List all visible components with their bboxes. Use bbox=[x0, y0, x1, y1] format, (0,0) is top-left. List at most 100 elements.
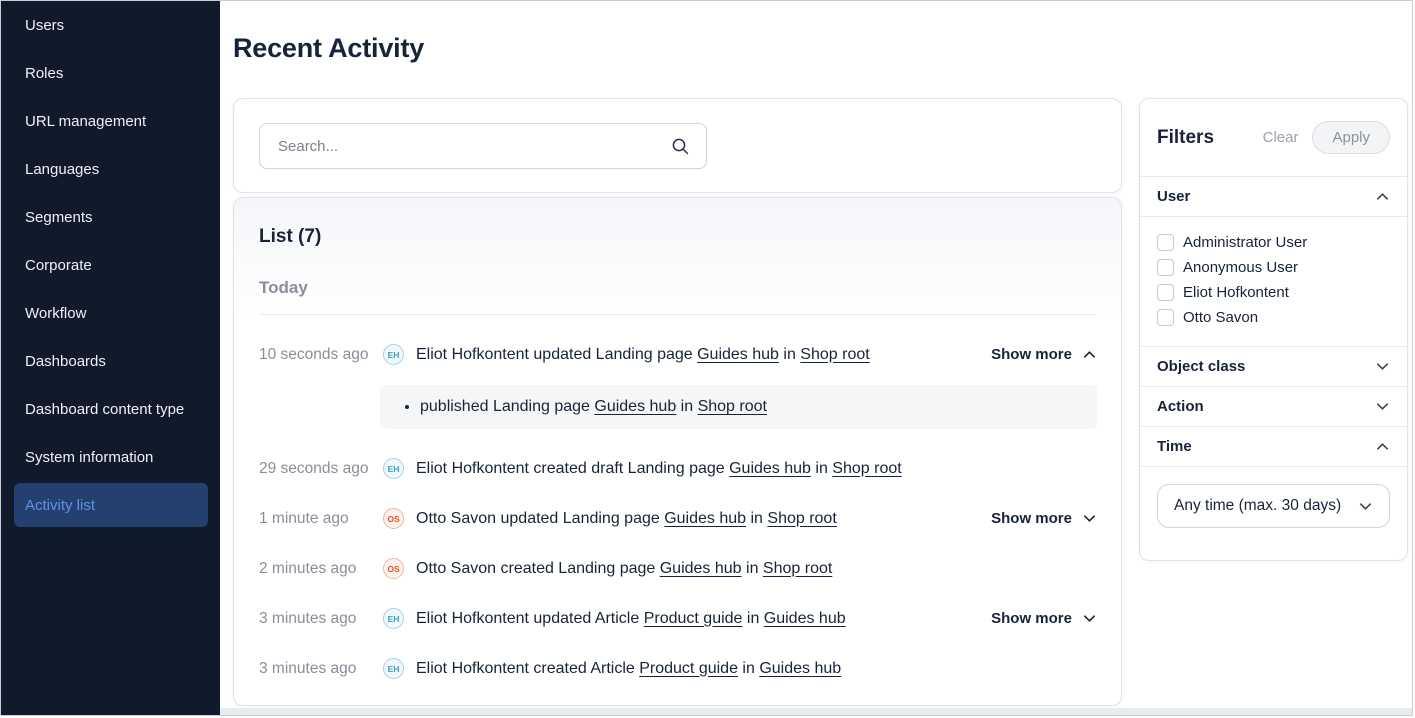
content-link[interactable]: Shop root bbox=[832, 460, 901, 477]
show-more-toggle[interactable]: Show more bbox=[991, 346, 1097, 363]
activity-row: 10 seconds agoEHEliot Hofkontent updated… bbox=[259, 344, 1097, 365]
show-more-toggle[interactable]: Show more bbox=[991, 610, 1097, 627]
activity-row: 2 minutes agoOSOtto Savon created Landin… bbox=[259, 558, 1097, 579]
filter-option-label: Anonymous User bbox=[1183, 259, 1298, 276]
content-link[interactable]: Product guide bbox=[639, 660, 738, 677]
clear-button[interactable]: Clear bbox=[1263, 129, 1299, 146]
content-link[interactable]: Shop root bbox=[698, 398, 767, 415]
user-avatar: EH bbox=[383, 458, 404, 479]
message-text: Eliot Hofkontent updated Article bbox=[416, 610, 644, 627]
filter-section-header[interactable]: User bbox=[1140, 177, 1407, 216]
sidebar-item-url-management[interactable]: URL management bbox=[1, 97, 220, 145]
chevron-down-icon bbox=[1082, 611, 1097, 626]
chevron-up-icon bbox=[1082, 347, 1097, 362]
activity-rows: 10 seconds agoEHEliot Hofkontent updated… bbox=[259, 344, 1097, 679]
detail-item: published Landing page Guides hub in Sho… bbox=[420, 398, 1077, 416]
activity-row: 29 seconds ago EH Eliot Hofkontent created… bbox=[259, 458, 1097, 479]
content-link[interactable]: Guides hub bbox=[660, 560, 742, 577]
activity-row: 3 minutes agoEHEliot Hofkontent created … bbox=[259, 658, 1097, 679]
apply-button[interactable]: Apply bbox=[1312, 121, 1390, 154]
group-label: Today bbox=[259, 278, 1097, 298]
activity-list-card: List (7) Today 10 seconds agoEHEliot Hof… bbox=[233, 197, 1122, 706]
chevron-down-icon bbox=[1375, 359, 1390, 374]
list-title: List (7) bbox=[259, 226, 1097, 248]
content-link[interactable]: Guides hub bbox=[664, 510, 746, 527]
search-icon[interactable] bbox=[671, 137, 690, 156]
sidebar-item-languages[interactable]: Languages bbox=[1, 145, 220, 193]
content-link[interactable]: Shop root bbox=[800, 346, 869, 363]
user-avatar: OS bbox=[383, 508, 404, 529]
filter-checkbox[interactable] bbox=[1157, 309, 1174, 326]
message-text: Eliot Hofkontent created Article bbox=[416, 660, 639, 677]
sidebar-item-dashboards[interactable]: Dashboards bbox=[1, 337, 220, 385]
filter-section-header[interactable]: Object class bbox=[1140, 347, 1407, 386]
message-text: Otto Savon created Landing page bbox=[416, 560, 660, 577]
filter-section-action: Action bbox=[1140, 386, 1407, 426]
message-text: in bbox=[811, 460, 832, 477]
activity-message: Otto Savon updated Landing page Guides h… bbox=[416, 510, 991, 528]
activity-timestamp: 3 minutes ago bbox=[259, 610, 371, 628]
filter-option[interactable]: Anonymous User bbox=[1157, 255, 1390, 280]
filter-section-user: User Administrator User Anonymous User Elio… bbox=[1140, 176, 1407, 346]
filter-options: Administrator User Anonymous User Eliot Ho… bbox=[1140, 216, 1407, 346]
content-link[interactable]: Shop root bbox=[767, 510, 836, 527]
sidebar-item-segments[interactable]: Segments bbox=[1, 193, 220, 241]
filter-section-object-class: Object class bbox=[1140, 346, 1407, 386]
activity-message: Otto Savon created Landing page Guides h… bbox=[416, 560, 1097, 578]
activity-message: Eliot Hofkontent updated Article Product… bbox=[416, 610, 991, 628]
filter-option[interactable]: Otto Savon bbox=[1157, 305, 1390, 330]
filter-option[interactable]: Eliot Hofkontent bbox=[1157, 280, 1390, 305]
sidebar-item-users[interactable]: Users bbox=[1, 1, 220, 49]
sidebar-item-workflow[interactable]: Workflow bbox=[1, 289, 220, 337]
activity-timestamp: 29 seconds ago bbox=[259, 460, 371, 478]
filter-section-time: Time Any time (max. 30 days) bbox=[1140, 426, 1407, 528]
filter-section-label: Object class bbox=[1157, 358, 1245, 375]
content-link[interactable]: Guides hub bbox=[759, 660, 841, 677]
content-link[interactable]: Guides hub bbox=[729, 460, 811, 477]
content-link[interactable]: Shop root bbox=[763, 560, 832, 577]
filters-header: Filters Clear Apply bbox=[1140, 99, 1407, 176]
sidebar-nav: UsersRolesURL managementLanguagesSegment… bbox=[1, 1, 220, 527]
chevron-up-icon bbox=[1375, 439, 1390, 454]
time-range-value: Any time (max. 30 days) bbox=[1174, 497, 1341, 515]
content-link[interactable]: Product guide bbox=[644, 610, 743, 627]
filter-option-label: Administrator User bbox=[1183, 234, 1307, 251]
sidebar-item-dashboard-content-type[interactable]: Dashboard content type bbox=[1, 385, 220, 433]
filters-panel: Filters Clear Apply User Administrator Us… bbox=[1139, 98, 1408, 561]
activity-timestamp: 2 minutes ago bbox=[259, 560, 371, 578]
filter-checkbox[interactable] bbox=[1157, 234, 1174, 251]
content-link[interactable]: Guides hub bbox=[594, 398, 676, 415]
page-title: Recent Activity bbox=[233, 33, 424, 64]
content-link[interactable]: Guides hub bbox=[697, 346, 779, 363]
filter-checkbox[interactable] bbox=[1157, 259, 1174, 276]
search-box[interactable] bbox=[259, 123, 707, 169]
search-input[interactable] bbox=[276, 137, 671, 156]
show-more-toggle[interactable]: Show more bbox=[991, 510, 1097, 527]
chevron-down-icon bbox=[1082, 511, 1097, 526]
sidebar-item-corporate[interactable]: Corporate bbox=[1, 241, 220, 289]
filter-section-header[interactable]: Action bbox=[1140, 387, 1407, 426]
activity-message: Eliot Hofkontent created draft Landing p… bbox=[416, 460, 1097, 478]
show-more-label: Show more bbox=[991, 346, 1072, 363]
activity-timestamp: 1 minute ago bbox=[259, 510, 371, 528]
time-range-select[interactable]: Any time (max. 30 days) bbox=[1157, 484, 1390, 528]
message-text: in bbox=[742, 610, 763, 627]
sidebar-item-roles[interactable]: Roles bbox=[1, 49, 220, 97]
filter-option[interactable]: Administrator User bbox=[1157, 230, 1390, 255]
filter-section-label: User bbox=[1157, 188, 1190, 205]
user-avatar: EH bbox=[383, 608, 404, 629]
sidebar: UsersRolesURL managementLanguagesSegment… bbox=[1, 1, 220, 715]
message-text: in bbox=[742, 560, 763, 577]
time-filter-content: Any time (max. 30 days) bbox=[1140, 466, 1407, 528]
activity-row: 1 minute ago OS Otto Savon updated Landing… bbox=[259, 508, 1097, 529]
message-text: Otto Savon updated Landing page bbox=[416, 510, 664, 527]
chevron-down-icon bbox=[1358, 499, 1373, 514]
sidebar-item-system-information[interactable]: System information bbox=[1, 433, 220, 481]
app-window: UsersRolesURL managementLanguagesSegment… bbox=[0, 0, 1413, 716]
filter-checkbox[interactable] bbox=[1157, 284, 1174, 301]
sidebar-item-activity-list[interactable]: Activity list bbox=[14, 483, 208, 527]
filter-section-header[interactable]: Time bbox=[1140, 427, 1407, 466]
user-avatar: EH bbox=[383, 658, 404, 679]
content-link[interactable]: Guides hub bbox=[764, 610, 846, 627]
activity-details: published Landing page Guides hub in Sho… bbox=[380, 385, 1097, 429]
